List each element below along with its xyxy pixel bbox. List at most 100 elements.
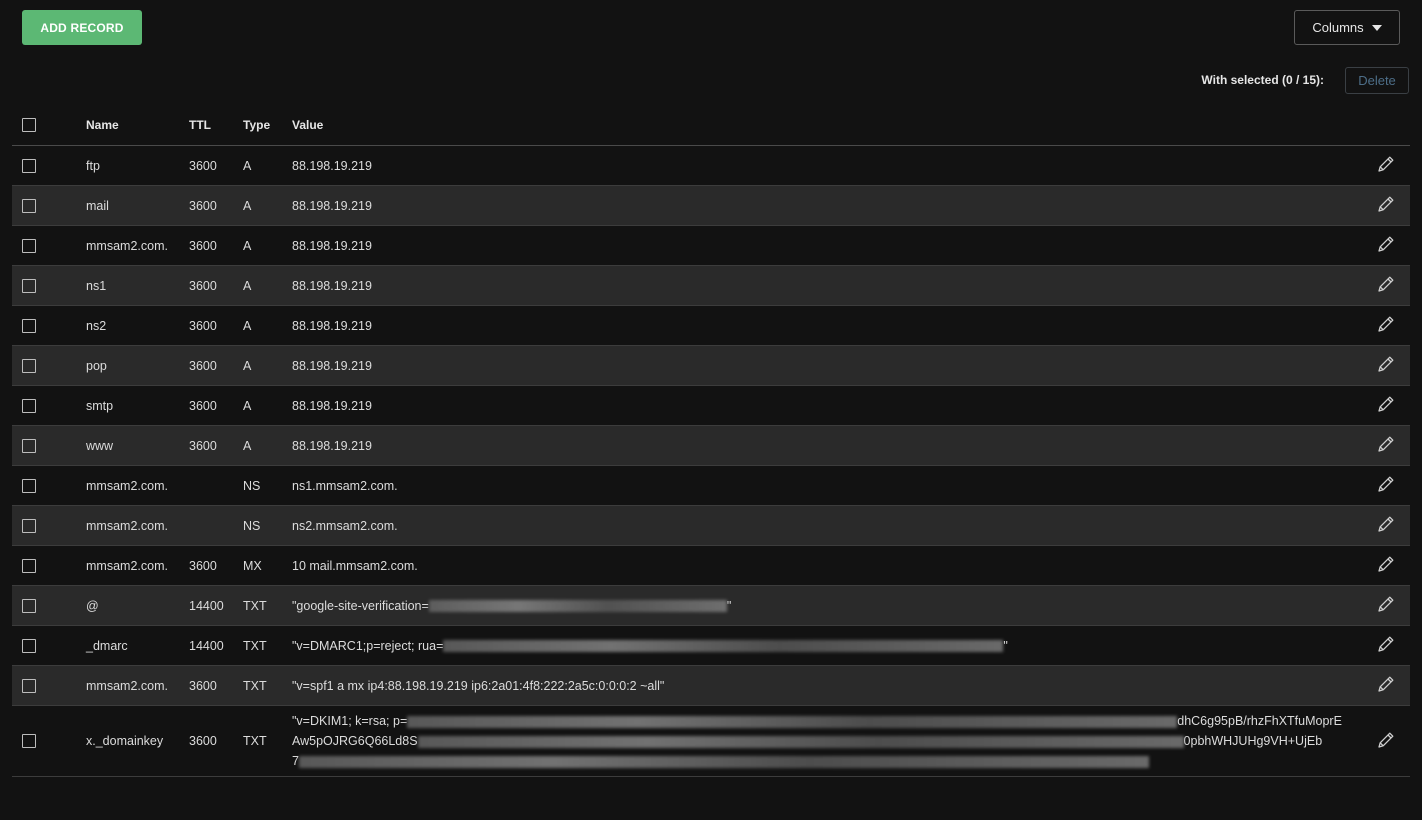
edit-record-button[interactable] xyxy=(1362,354,1410,377)
value-text: 7 xyxy=(292,754,299,768)
table-row: ns1 3600 A 88.198.19.219 xyxy=(12,266,1410,306)
pencil-icon xyxy=(1376,554,1396,577)
row-checkbox[interactable] xyxy=(22,358,36,373)
row-checkbox[interactable] xyxy=(22,198,36,213)
redacted-value xyxy=(407,715,1178,728)
record-type: A xyxy=(243,198,252,213)
row-checkbox[interactable] xyxy=(22,278,36,293)
column-header-name[interactable]: Name xyxy=(86,118,189,132)
row-checkbox[interactable] xyxy=(22,518,36,533)
record-ttl: 14400 xyxy=(189,598,224,613)
row-checkbox[interactable] xyxy=(22,598,36,613)
table-row: _dmarc 14400 TXT "v=DMARC1;p=reject; rua= " xyxy=(12,626,1410,666)
record-value: 88.198.19.219 xyxy=(292,438,372,453)
pencil-icon xyxy=(1376,194,1396,217)
record-type: A xyxy=(243,358,252,373)
edit-record-button[interactable] xyxy=(1362,594,1410,617)
record-ttl: 14400 xyxy=(189,638,224,653)
record-value: ns1.mmsam2.com. xyxy=(292,478,398,493)
row-checkbox[interactable] xyxy=(22,638,36,653)
edit-record-button[interactable] xyxy=(1362,434,1410,457)
edit-record-button[interactable] xyxy=(1362,554,1410,577)
delete-selected-button[interactable]: Delete xyxy=(1345,67,1409,94)
record-ttl: 3600 xyxy=(189,158,217,173)
edit-record-button[interactable] xyxy=(1362,314,1410,337)
row-checkbox[interactable] xyxy=(22,238,36,253)
row-checkbox[interactable] xyxy=(22,398,36,413)
row-select-cell xyxy=(12,478,86,493)
value-text: "v=DMARC1;p=reject; rua= xyxy=(292,638,444,653)
edit-record-button[interactable] xyxy=(1362,154,1410,177)
record-type: NS xyxy=(243,478,261,493)
pencil-icon xyxy=(1376,154,1396,177)
record-ttl: 3600 xyxy=(189,278,217,293)
value-text: "google-site-verification= xyxy=(292,598,429,613)
record-value: ns2.mmsam2.com. xyxy=(292,518,398,533)
select-all-checkbox[interactable] xyxy=(22,118,36,132)
record-type: MX xyxy=(243,558,262,573)
table-row: ftp 3600 A 88.198.19.219 xyxy=(12,146,1410,186)
row-select-cell xyxy=(12,278,86,293)
column-header-type[interactable]: Type xyxy=(243,118,292,132)
table-row: pop 3600 A 88.198.19.219 xyxy=(12,346,1410,386)
pencil-icon xyxy=(1376,354,1396,377)
row-select-cell xyxy=(12,438,86,453)
row-checkbox[interactable] xyxy=(22,478,36,493)
pencil-icon xyxy=(1376,730,1396,753)
edit-record-button[interactable] xyxy=(1362,194,1410,217)
edit-record-button[interactable] xyxy=(1362,514,1410,537)
row-select-cell xyxy=(12,598,86,613)
dns-records-table: Name TTL Type Value ftp 3600 A 88.198.19.21… xyxy=(12,105,1410,777)
table-row: www 3600 A 88.198.19.219 xyxy=(12,426,1410,466)
table-row: @14400 TXT "google-site-verification= " xyxy=(12,586,1410,626)
row-select-cell xyxy=(12,358,86,373)
row-select-cell xyxy=(12,318,86,333)
columns-label: Columns xyxy=(1312,20,1364,35)
record-name: smtp xyxy=(86,398,114,413)
columns-dropdown-button[interactable]: Columns xyxy=(1294,10,1400,45)
row-checkbox[interactable] xyxy=(22,558,36,573)
pencil-icon xyxy=(1376,234,1396,257)
record-ttl: 3600 xyxy=(189,198,217,213)
row-checkbox[interactable] xyxy=(22,734,36,748)
edit-record-button[interactable] xyxy=(1362,274,1410,297)
table-row: mmsam2.com. NS ns1.mmsam2.com. xyxy=(12,466,1410,506)
record-type: TXT xyxy=(243,734,267,748)
edit-record-button[interactable] xyxy=(1362,634,1410,657)
row-checkbox[interactable] xyxy=(22,318,36,333)
table-row: smtp 3600 A 88.198.19.219 xyxy=(12,386,1410,426)
value-text: " xyxy=(1003,638,1008,653)
column-header-ttl[interactable]: TTL xyxy=(189,118,243,132)
record-ttl: 3600 xyxy=(189,358,217,373)
value-text: dhC6g95pB/rhzFhXTfuMoprE xyxy=(1177,714,1342,728)
record-name: ns2 xyxy=(86,318,107,333)
row-select-cell xyxy=(12,734,86,748)
add-record-button[interactable]: ADD RECORD xyxy=(22,10,142,45)
row-select-cell xyxy=(12,638,86,653)
record-name: mmsam2.com. xyxy=(86,238,168,253)
record-ttl: 3600 xyxy=(189,438,217,453)
row-checkbox[interactable] xyxy=(22,438,36,453)
edit-record-button[interactable] xyxy=(1362,730,1410,753)
edit-record-button[interactable] xyxy=(1362,674,1410,697)
record-value: "v=DKIM1; k=rsa; p= dhC6g95pB/rhzFhXTfuMo… xyxy=(292,711,1362,771)
table-body: ftp 3600 A 88.198.19.219 mail 3600 A 88.198.19.… xyxy=(12,146,1410,777)
pencil-icon xyxy=(1376,594,1396,617)
edit-record-button[interactable] xyxy=(1362,234,1410,257)
record-type: A xyxy=(243,238,252,253)
value-text: "v=DKIM1; k=rsa; p= xyxy=(292,714,408,728)
value-text: Aw5pOJRG6Q66Ld8S xyxy=(292,734,418,748)
record-ttl: 3600 xyxy=(189,398,217,413)
record-type: TXT xyxy=(243,598,267,613)
record-value: 88.198.19.219 xyxy=(292,238,372,253)
table-row: mmsam2.com. 3600 A 88.198.19.219 xyxy=(12,226,1410,266)
edit-record-button[interactable] xyxy=(1362,474,1410,497)
row-checkbox[interactable] xyxy=(22,158,36,173)
row-checkbox[interactable] xyxy=(22,678,36,693)
record-value: 88.198.19.219 xyxy=(292,398,372,413)
pencil-icon xyxy=(1376,394,1396,417)
column-header-value[interactable]: Value xyxy=(292,115,1362,135)
record-type: A xyxy=(243,438,252,453)
row-select-cell xyxy=(12,678,86,693)
edit-record-button[interactable] xyxy=(1362,394,1410,417)
